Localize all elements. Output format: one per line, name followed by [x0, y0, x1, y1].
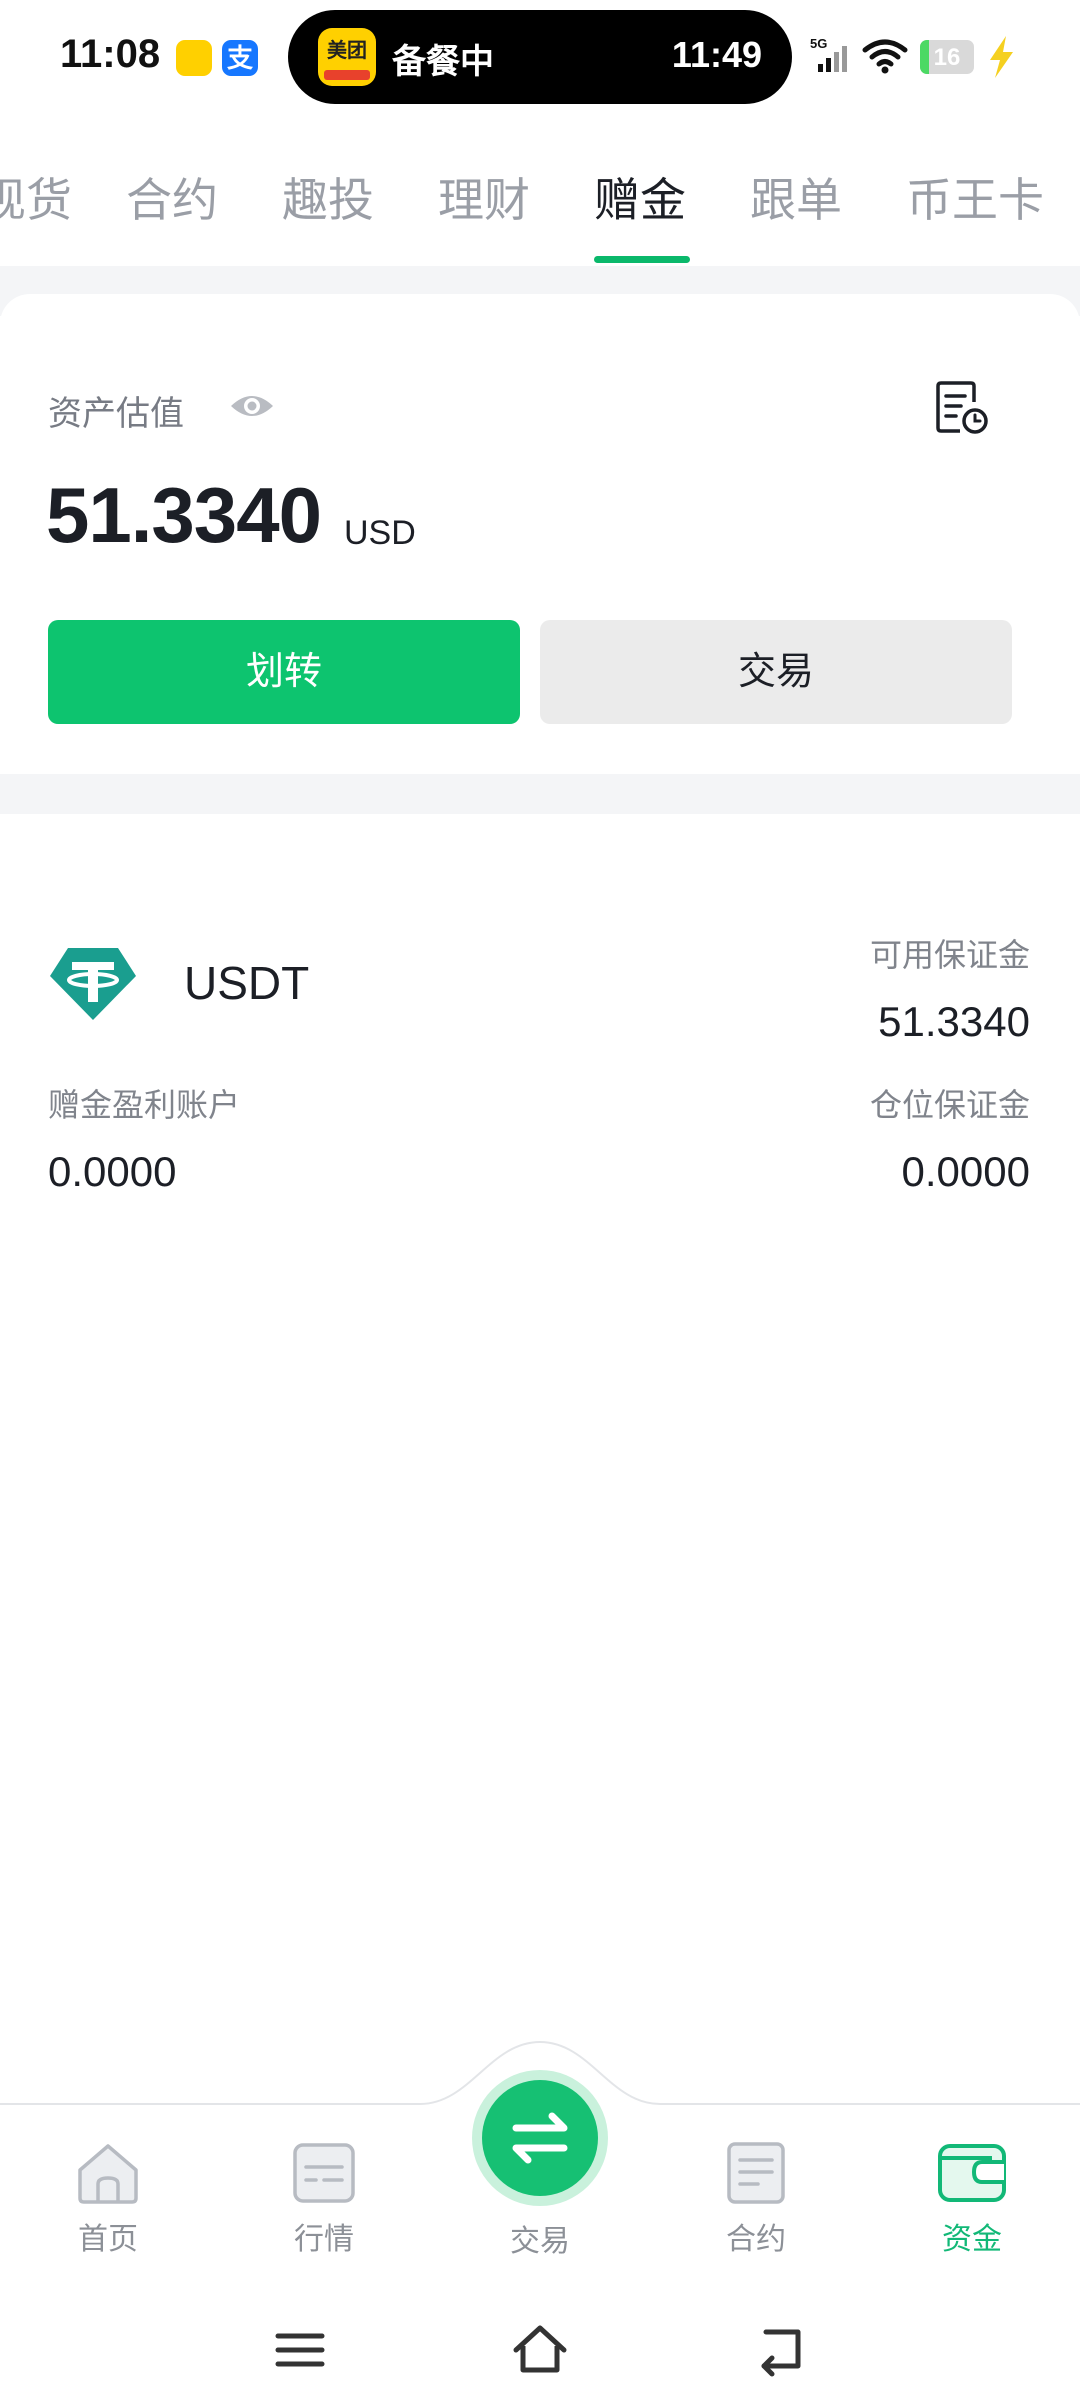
charging-bolt-icon [990, 36, 1013, 78]
tab-bonus[interactable]: 赠金 [594, 164, 686, 230]
nav-market[interactable]: 行情 [254, 2140, 394, 2258]
asset-summary-card: 资产估值 51.3340 USD 划转 交易 [0, 294, 1080, 774]
contract-icon [727, 2142, 785, 2204]
nav-home-label: 首页 [78, 2223, 138, 2256]
bottom-navigation: 首页 行情 交易 合约 资金 [0, 2040, 1080, 2300]
svg-text:5G: 5G [810, 36, 827, 51]
status-bar: 11:08 支 美团 备餐中 11:49 5G 16 [0, 0, 1080, 112]
tab-spot[interactable]: 现货 [0, 164, 72, 230]
eye-icon[interactable] [228, 388, 276, 424]
available-margin-value: 51.3340 [878, 998, 1030, 1045]
cellular-signal-icon: 5G [810, 36, 847, 72]
position-margin-label: 仓位保证金 [869, 1087, 1030, 1123]
tab-futures[interactable]: 合约 [126, 164, 218, 230]
asset-valuation-label: 资产估值 [48, 395, 184, 433]
tab-earn[interactable]: 理财 [438, 164, 530, 230]
history-record-icon[interactable] [934, 380, 990, 436]
wallet-icon [938, 2144, 1006, 2202]
asset-total-value: 51.3340 [46, 471, 322, 559]
position-margin-value: 0.0000 [901, 1148, 1030, 1195]
nav-assets[interactable]: 资金 [902, 2140, 1042, 2258]
swap-icon [512, 2112, 568, 2164]
wifi-icon [862, 39, 908, 74]
section-divider [0, 774, 1080, 814]
home-button-icon[interactable] [510, 2320, 570, 2380]
meituan-logo-icon: 美团 [318, 28, 376, 86]
active-tab-indicator [594, 256, 690, 263]
system-navigation-bar [0, 2300, 1080, 2400]
transfer-button[interactable]: 划转 [48, 620, 520, 724]
trade-button[interactable]: 交易 [540, 620, 1012, 724]
island-status-text: 备餐中 [392, 43, 494, 81]
top-tab-bar: 现货 合约 趣投 理财 赠金 跟单 币王卡 [0, 150, 1080, 268]
market-icon [293, 2143, 355, 2203]
nav-assets-label: 资金 [942, 2223, 1002, 2256]
nav-trade[interactable] [472, 2070, 608, 2206]
home-icon [78, 2144, 138, 2204]
tab-coin-king-card[interactable]: 币王卡 [906, 164, 1044, 230]
available-margin-label: 可用保证金 [869, 937, 1030, 973]
nav-contract[interactable]: 合约 [686, 2140, 826, 2258]
nav-contract-label: 合约 [726, 2223, 786, 2256]
back-icon[interactable] [750, 2320, 810, 2380]
tab-fun-invest[interactable]: 趣投 [282, 164, 374, 230]
tether-usdt-icon [50, 948, 136, 1020]
menu-icon[interactable] [270, 2320, 330, 2380]
status-time: 11:08 [60, 32, 161, 76]
nav-home[interactable]: 首页 [38, 2140, 178, 2258]
alipay-notification-icon: 支 [222, 40, 258, 76]
tab-copy-trading[interactable]: 跟单 [750, 164, 842, 230]
battery-icon: 16 [920, 40, 974, 74]
coin-name: USDT [184, 957, 310, 1009]
dynamic-island[interactable]: 美团 备餐中 11:49 [288, 10, 792, 104]
bonus-profit-label: 赠金盈利账户 [48, 1087, 241, 1123]
nav-market-label: 行情 [294, 2223, 354, 2256]
island-eta-time: 11:49 [671, 34, 762, 75]
asset-currency-unit: USD [344, 514, 416, 552]
nav-trade-label: 交易 [510, 2225, 570, 2258]
bonus-profit-value: 0.0000 [48, 1148, 177, 1195]
meituan-notification-icon [176, 40, 212, 76]
